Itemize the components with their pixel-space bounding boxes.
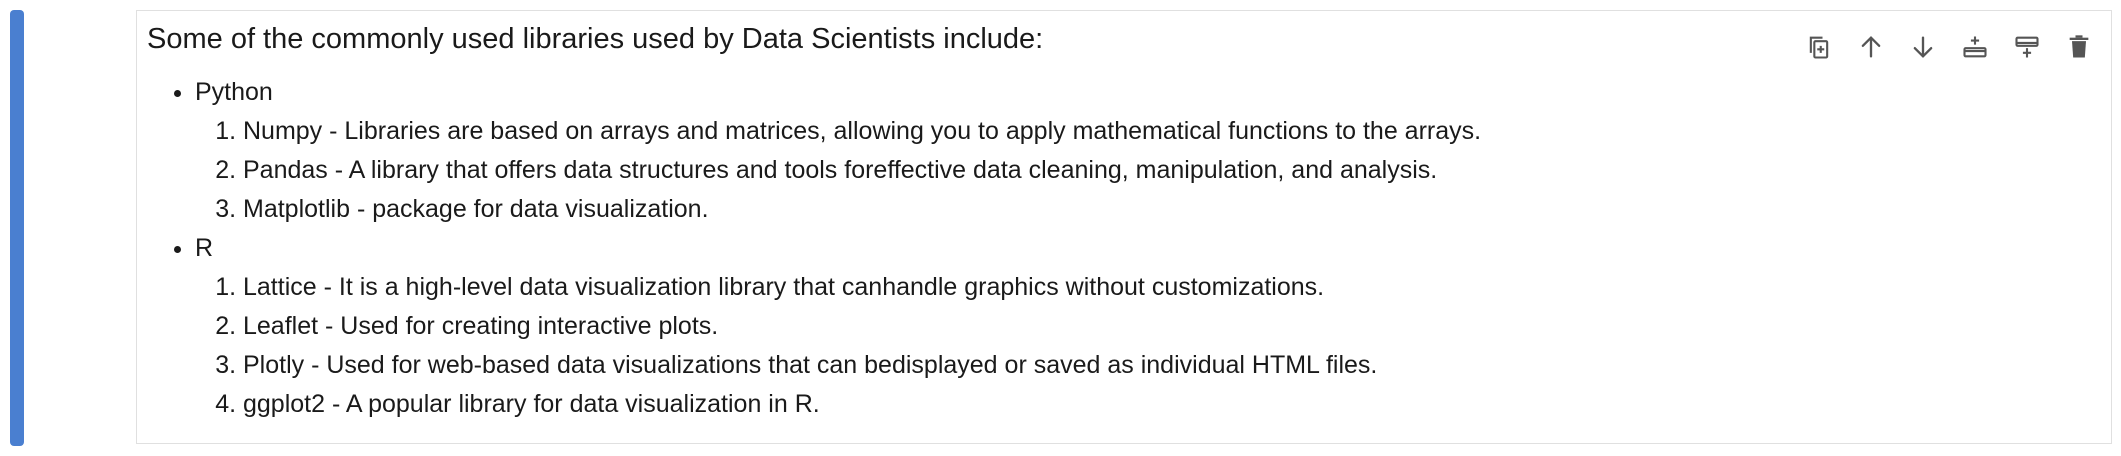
delete-cell-button[interactable] [2057, 25, 2101, 69]
library-groups-list: Python Numpy - Libraries are based on ar… [147, 73, 1811, 424]
insert-above-button[interactable] [1953, 25, 1997, 69]
move-up-icon [1861, 36, 1881, 58]
insert-below-button[interactable] [2005, 25, 2049, 69]
move-up-button[interactable] [1849, 25, 1893, 69]
list-item: Matplotlib - package for data visualizat… [243, 190, 1811, 229]
insert-above-icon [1963, 36, 1987, 58]
move-down-button[interactable] [1901, 25, 1945, 69]
python-libraries-list: Numpy - Libraries are based on arrays an… [195, 112, 1811, 229]
duplicate-cell-button[interactable] [1797, 25, 1841, 69]
cell-rendered-content: Some of the commonly used libraries used… [147, 11, 1811, 424]
list-item-r: R Lattice - It is a high-level data visu… [195, 229, 1811, 424]
list-item: Pandas - A library that offers data stru… [243, 151, 1811, 190]
markdown-cell[interactable]: Some of the commonly used libraries used… [136, 10, 2112, 444]
delete-icon [2069, 35, 2089, 58]
cell-toolbar [1797, 25, 2101, 69]
insert-below-icon [2015, 36, 2039, 58]
list-item: ggplot2 - A popular library for data vis… [243, 385, 1811, 424]
duplicate-icon [1809, 36, 1829, 59]
r-libraries-list: Lattice - It is a high-level data visual… [195, 268, 1811, 424]
list-item: Leaflet - Used for creating interactive … [243, 307, 1811, 346]
move-down-icon [1913, 36, 1933, 58]
list-item-python: Python Numpy - Libraries are based on ar… [195, 73, 1811, 229]
cell-heading: Some of the commonly used libraries used… [147, 23, 1044, 55]
group-label: Python [195, 78, 273, 106]
list-item: Lattice - It is a high-level data visual… [243, 268, 1811, 307]
list-item: Plotly - Used for web-based data visuali… [243, 346, 1811, 385]
active-cell-indicator [10, 10, 24, 446]
list-item: Numpy - Libraries are based on arrays an… [243, 112, 1811, 151]
group-label: R [195, 234, 214, 262]
